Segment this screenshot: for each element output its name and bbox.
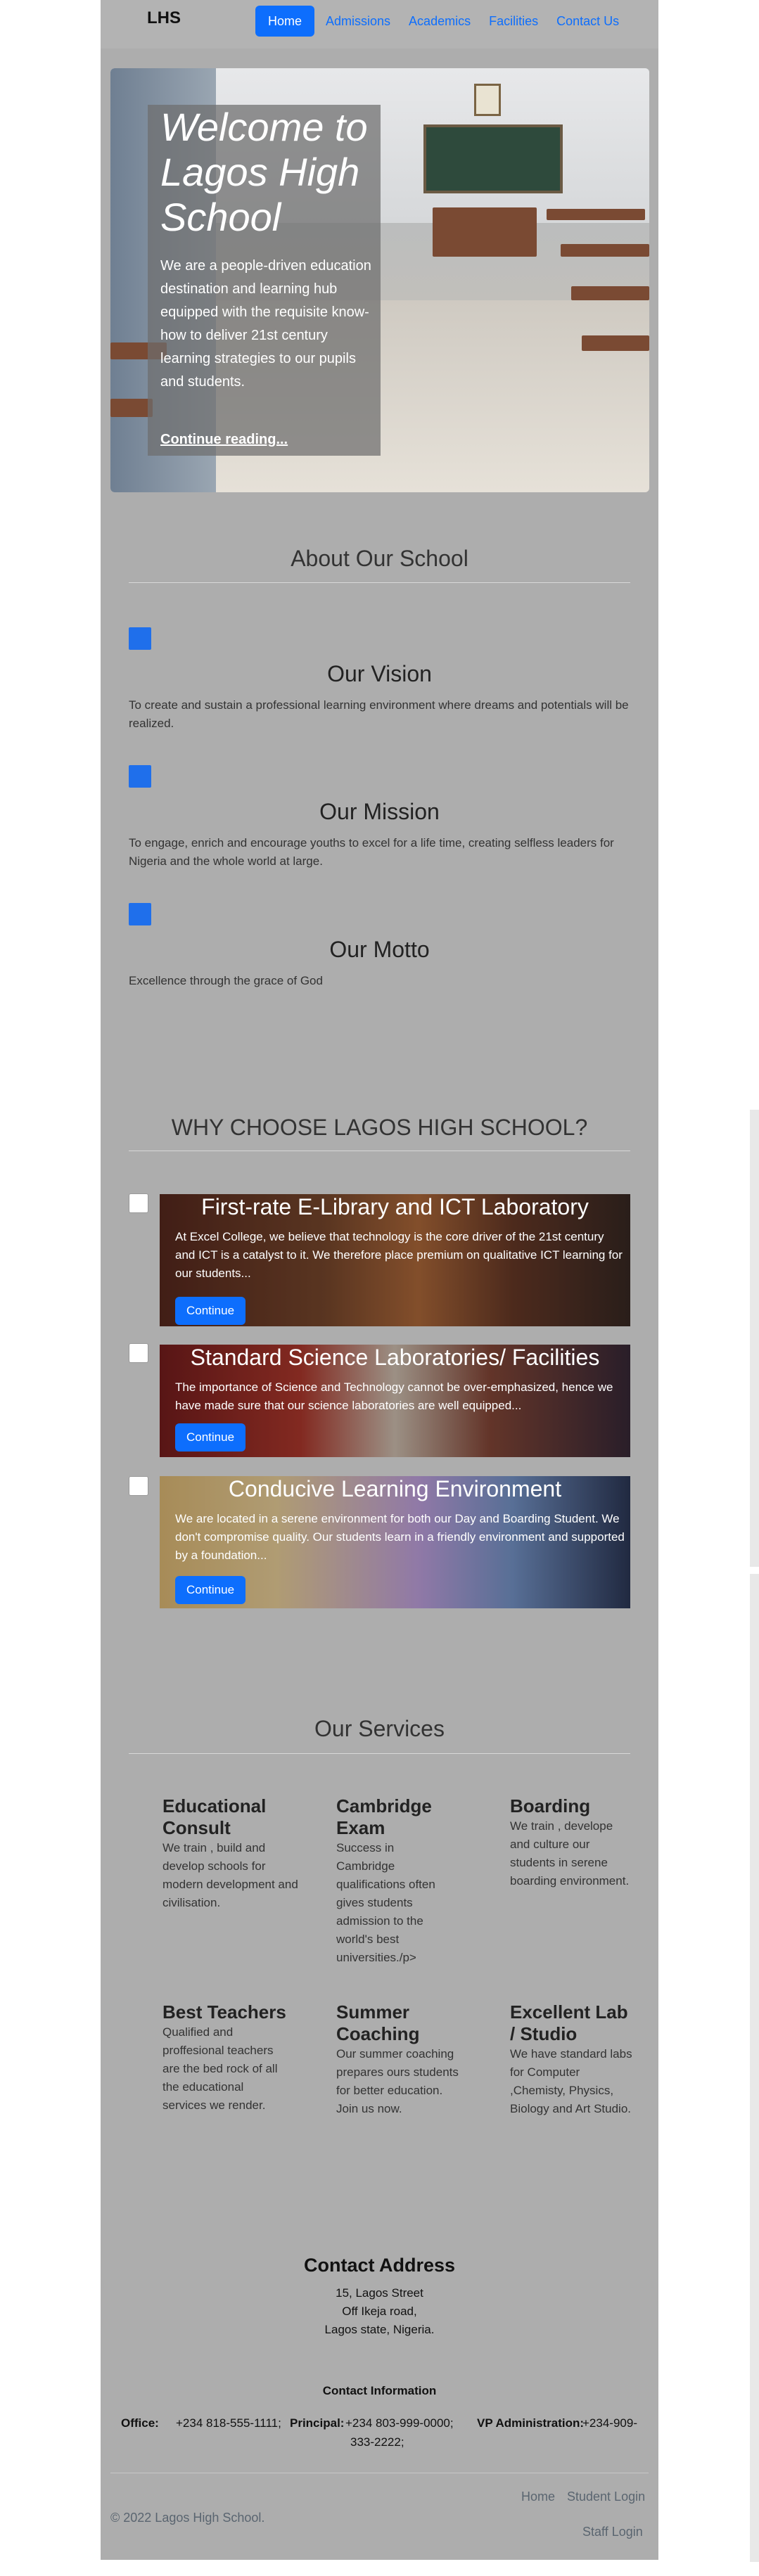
principal-phone: +234 803-999-0000; xyxy=(345,2416,454,2430)
nav-links: Home Admissions Academics Facilities Con… xyxy=(255,6,626,37)
page-scroll-strip xyxy=(750,1110,759,1567)
service-best-teachers: Best Teachers Qualified and proffesional… xyxy=(162,2001,303,2115)
mission-icon xyxy=(129,765,151,788)
hero-continue-link[interactable]: Continue reading... xyxy=(160,432,288,448)
nav-home[interactable]: Home xyxy=(255,6,315,37)
mission-title: Our Mission xyxy=(319,799,440,824)
feature-title: Standard Science Laboratories/ Facilitie… xyxy=(190,1345,600,1370)
footer-home-link[interactable]: Home xyxy=(521,2490,555,2504)
nav-contact-us[interactable]: Contact Us xyxy=(549,6,626,37)
services-heading: Our Services xyxy=(314,1716,445,1741)
feature-card-elibrary: First-rate E-Library and ICT Laboratory … xyxy=(160,1194,630,1326)
vp-phone-continued: 333-2222; xyxy=(350,2435,404,2449)
principal-label: Principal: xyxy=(290,2416,345,2430)
service-cambridge-exam: Cambridge Exam Success in Cambridge qual… xyxy=(336,1795,477,1967)
feature-text: The importance of Science and Technology… xyxy=(175,1380,613,1412)
motto-icon xyxy=(129,903,151,925)
address-line: Off Ikeja road, xyxy=(342,2305,417,2318)
top-navbar: LHS Home Admissions Academics Facilities… xyxy=(101,0,658,49)
service-boarding: Boarding We train , develope and culture… xyxy=(510,1795,630,1890)
service-title: Cambridge Exam xyxy=(336,1795,432,1838)
student-desk xyxy=(571,286,649,300)
contact-heading: Contact Address xyxy=(303,2255,456,2276)
address-line: 15, Lagos Street xyxy=(336,2286,423,2300)
page-scroll-strip xyxy=(750,1574,759,2562)
office-phone: +234 818-555-1111; xyxy=(176,2416,281,2430)
feature-card-science-labs: Standard Science Laboratories/ Facilitie… xyxy=(160,1345,630,1457)
vision-icon xyxy=(129,627,151,650)
feature-title: Conducive Learning Environment xyxy=(228,1476,562,1501)
student-desk xyxy=(561,244,649,257)
hero-lead: We are a people-driven education destina… xyxy=(160,258,371,390)
vp-label: VP Administration: xyxy=(477,2416,585,2430)
continue-button[interactable]: Continue xyxy=(175,1576,246,1604)
contact-info-heading: Contact Information xyxy=(322,2384,437,2397)
feature-checkbox[interactable] xyxy=(129,1343,148,1363)
feature-checkbox[interactable] xyxy=(129,1193,148,1213)
service-text: Success in Cambridge qualifications ofte… xyxy=(336,1841,435,1964)
service-text: We have standard labs for Computer ,Chem… xyxy=(510,2047,632,2115)
student-desk xyxy=(547,209,645,220)
vision-text: To create and sustain a professional lea… xyxy=(129,698,629,730)
service-text: We train , develope and culture our stud… xyxy=(510,1819,630,1888)
hero-title: Welcome to Lagos High School xyxy=(160,105,368,239)
blackboard xyxy=(423,124,563,193)
nav-facilities[interactable]: Facilities xyxy=(482,6,545,37)
why-heading: WHY CHOOSE LAGOS HIGH SCHOOL? xyxy=(171,1115,588,1140)
teacher-desk xyxy=(433,207,537,257)
nav-admissions[interactable]: Admissions xyxy=(319,6,397,37)
feature-text: At Excel College, we believe that techno… xyxy=(175,1230,623,1280)
footer-staff-login-link[interactable]: Staff Login xyxy=(582,2525,643,2539)
motto-title: Our Motto xyxy=(329,937,430,962)
continue-button[interactable]: Continue xyxy=(175,1423,246,1452)
service-title: Best Teachers xyxy=(162,2001,286,2023)
brand-logo[interactable]: LHS xyxy=(147,8,181,28)
office-label: Office: xyxy=(121,2416,159,2430)
service-title: Excellent Lab / Studio xyxy=(510,2001,628,2044)
feature-card-environment: Conducive Learning Environment We are lo… xyxy=(160,1476,630,1608)
hero-banner: Welcome to Lagos High School We are a pe… xyxy=(110,68,649,492)
service-summer-coaching: Summer Coaching Our summer coaching prep… xyxy=(336,2001,477,2118)
feature-checkbox[interactable] xyxy=(129,1476,148,1496)
vision-title: Our Vision xyxy=(327,661,432,686)
service-text: Qualified and proffesional teachers are … xyxy=(162,2025,278,2112)
service-title: Educational Consult xyxy=(162,1795,267,1838)
mission-text: To engage, enrich and encourage youths t… xyxy=(129,836,614,868)
service-title: Summer Coaching xyxy=(336,2001,420,2044)
service-text: Our summer coaching prepares ours studen… xyxy=(336,2047,459,2115)
service-title: Boarding xyxy=(510,1795,591,1816)
student-desk xyxy=(582,335,649,351)
copyright-text: © 2022 Lagos High School. xyxy=(110,2511,265,2525)
wall-portrait xyxy=(474,84,501,116)
section-divider xyxy=(129,1753,630,1754)
service-educational-consult: Educational Consult We train , build and… xyxy=(162,1795,303,1912)
nav-academics[interactable]: Academics xyxy=(402,6,478,37)
feature-title: First-rate E-Library and ICT Laboratory xyxy=(201,1194,589,1219)
footer-student-login-link[interactable]: Student Login xyxy=(567,2490,645,2504)
feature-text: We are located in a serene environment f… xyxy=(175,1512,625,1562)
vp-phone: +234-909- xyxy=(582,2416,637,2430)
section-divider xyxy=(129,582,630,583)
service-text: We train , build and develop schools for… xyxy=(162,1841,298,1909)
service-excellent-lab: Excellent Lab / Studio We have standard … xyxy=(510,2001,637,2118)
about-heading: About Our School xyxy=(291,546,468,571)
motto-text: Excellence through the grace of God xyxy=(129,974,323,987)
continue-button[interactable]: Continue xyxy=(175,1297,246,1325)
student-desk xyxy=(110,399,153,417)
address-line: Lagos state, Nigeria. xyxy=(324,2323,435,2336)
